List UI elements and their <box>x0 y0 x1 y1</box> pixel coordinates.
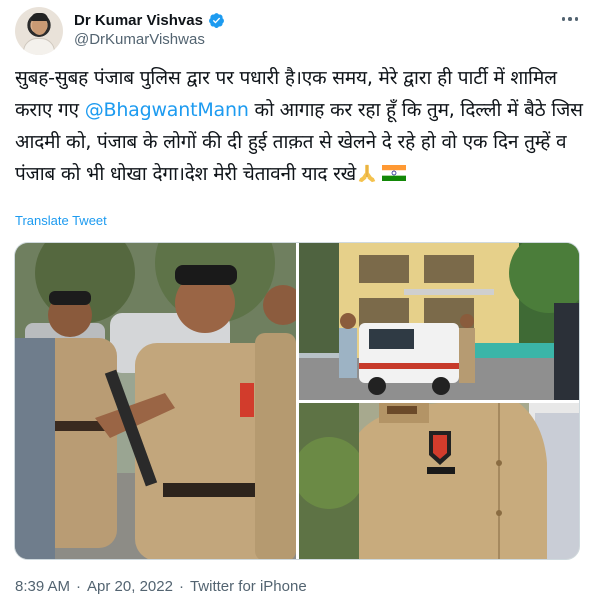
author-name-row[interactable]: Dr Kumar Vishvas <box>74 10 225 30</box>
media-photo-police-vehicle[interactable] <box>299 243 579 400</box>
mention-link[interactable]: @BhagwantMann <box>85 99 249 121</box>
translate-tweet-link[interactable]: Translate Tweet <box>15 213 107 228</box>
more-options-icon[interactable] <box>559 9 581 29</box>
media-photo-uniform-badge[interactable] <box>299 403 579 559</box>
tweet-timestamp-time[interactable]: 8:39 AM <box>15 578 70 595</box>
author-display-name[interactable]: Dr Kumar Vishvas <box>74 12 203 29</box>
author-handle[interactable]: @DrKumarVishwas <box>74 31 205 48</box>
media-photo-police-officers[interactable] <box>15 243 296 559</box>
tweet-footer: 8:39 AM · Apr 20, 2022 · Twitter for iPh… <box>15 578 307 595</box>
avatar[interactable] <box>15 7 63 55</box>
footer-separator: · <box>178 578 184 595</box>
tweet-media-grid <box>14 242 580 560</box>
india-flag-emoji <box>382 165 406 181</box>
tweet-text: सुबह-सुबह पंजाब पुलिस द्वार पर पधारी है।… <box>15 62 583 190</box>
tweet-source-link[interactable]: Twitter for iPhone <box>190 578 307 595</box>
tweet-card: Dr Kumar Vishvas @DrKumarVishwas सुबह-सु… <box>0 0 594 607</box>
verified-badge-icon <box>209 12 224 28</box>
folded-hands-emoji <box>358 164 376 183</box>
tweet-timestamp-date[interactable]: Apr 20, 2022 <box>87 578 173 595</box>
footer-separator: · <box>76 578 82 595</box>
